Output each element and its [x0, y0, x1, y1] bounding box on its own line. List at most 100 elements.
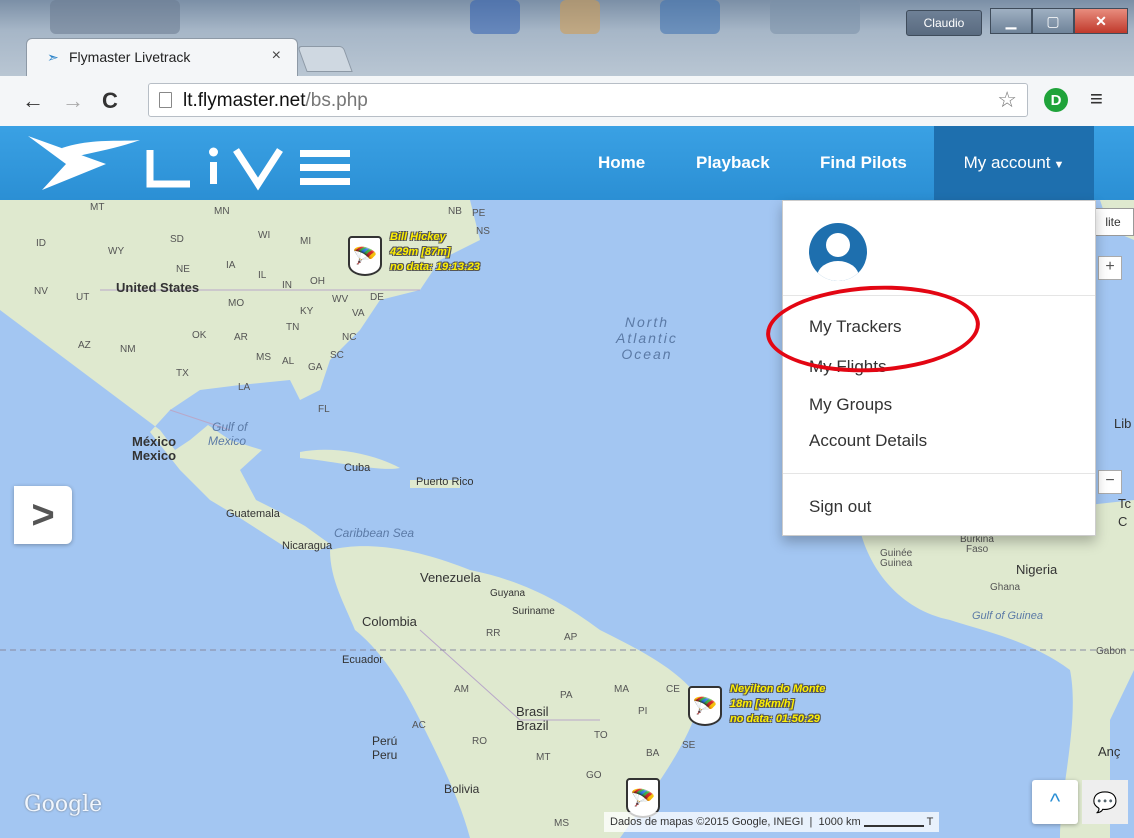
account-label: My account: [963, 153, 1051, 172]
ocean-label: North Atlantic Ocean: [616, 314, 678, 362]
state-label: PI: [638, 706, 648, 717]
flymaster-favicon-icon: ➣: [47, 49, 59, 65]
menu-item-sign-out[interactable]: Sign out: [809, 497, 871, 517]
pilot-marker-paraglider-icon[interactable]: 🪂: [348, 236, 382, 276]
state-label: RO: [472, 736, 487, 747]
pilot-marker-paraglider-icon[interactable]: 🪂: [688, 686, 722, 726]
map-label: Cuba: [344, 462, 371, 474]
state-label: SD: [170, 234, 184, 245]
desktop-background: [50, 0, 180, 34]
state-label: TX: [176, 368, 189, 379]
state-label: GA: [308, 362, 323, 373]
state-label: MT: [536, 752, 551, 763]
state-label: CE: [666, 684, 680, 695]
desktop-background: [770, 0, 860, 34]
address-bar[interactable]: lt.flymaster.net/bs.php ☆: [148, 83, 1028, 117]
map-label: Mexico: [208, 434, 247, 448]
map-label: Brasil: [516, 704, 549, 719]
nav-find-pilots[interactable]: Find Pilots: [818, 126, 909, 200]
scroll-top-chevron-up-icon[interactable]: ^: [1032, 780, 1078, 824]
pilot-label[interactable]: Neyilton do Monte 18m [8km/h] no data: 0…: [730, 682, 825, 727]
close-icon[interactable]: ✕: [1074, 8, 1128, 34]
map-label: Puerto Rico: [416, 476, 474, 488]
map-label: Faso: [966, 544, 989, 555]
state-label: NE: [176, 264, 190, 275]
state-label: NC: [342, 332, 357, 343]
map-label: Suriname: [512, 606, 555, 617]
map-label: Brazil: [516, 718, 549, 733]
maximize-icon[interactable]: ▢: [1032, 8, 1074, 34]
map-label: United States: [116, 280, 200, 295]
desktop-background: [660, 0, 720, 34]
state-label: MA: [614, 684, 629, 695]
map-label: México: [132, 434, 177, 449]
map-label: Bolivia: [444, 782, 480, 796]
state-label: MO: [228, 298, 245, 309]
tab-close-icon[interactable]: ×: [272, 47, 281, 65]
state-label: SC: [330, 350, 344, 361]
map-label: Tc: [1118, 496, 1131, 511]
caret-down-icon: ▼: [1053, 159, 1065, 171]
state-label: BA: [646, 748, 660, 759]
new-tab-button[interactable]: [297, 46, 353, 72]
window-user-badge[interactable]: Claudio: [906, 10, 982, 36]
chat-icon[interactable]: 💬: [1082, 780, 1128, 824]
state-label: OK: [192, 330, 207, 341]
user-avatar-icon: [809, 223, 867, 281]
state-label: AM: [454, 684, 469, 695]
state-label: LA: [238, 382, 251, 393]
url-text: lt.flymaster.net/bs.php: [183, 90, 368, 111]
map-label: Gulf of: [212, 420, 248, 434]
desktop-background: [470, 0, 520, 34]
state-label: AR: [234, 332, 248, 343]
side-panel-toggle-chevron-icon[interactable]: >: [14, 486, 72, 544]
state-label: WV: [332, 294, 349, 305]
back-icon[interactable]: ←: [22, 88, 44, 114]
browser-menu-icon[interactable]: ≡: [1090, 86, 1103, 112]
map-label: Nigeria: [1016, 562, 1058, 577]
live-logo[interactable]: [22, 128, 362, 198]
map-label: Ecuador: [342, 654, 383, 666]
map-label: Gulf of Guinea: [972, 610, 1043, 622]
map-label: Ghana: [990, 582, 1021, 593]
map-label: Guinea: [880, 558, 913, 569]
map-label: Mexico: [132, 448, 177, 463]
state-label: AZ: [78, 340, 91, 351]
state-label: IA: [226, 260, 236, 271]
state-label: WY: [108, 246, 125, 257]
bookmark-star-icon[interactable]: ☆: [997, 87, 1017, 113]
state-label: GO: [586, 770, 602, 781]
menu-item-my-groups[interactable]: My Groups: [809, 395, 892, 415]
browser-tab[interactable]: ➣ Flymaster Livetrack ×: [26, 38, 298, 76]
state-label: VA: [352, 308, 365, 319]
forward-icon[interactable]: →: [62, 88, 84, 114]
map-type-satellite-button[interactable]: lite: [1092, 208, 1134, 236]
map-label: Colombia: [362, 614, 417, 629]
pilot-label[interactable]: Bill Hickey 429m [87m] no data: 19:13:23: [390, 230, 480, 275]
state-label: TO: [594, 730, 608, 741]
zoom-out-icon[interactable]: −: [1098, 470, 1122, 494]
state-label: AP: [564, 632, 578, 643]
state-label: SE: [682, 740, 696, 751]
state-label: RR: [486, 628, 501, 639]
nav-my-account[interactable]: My account ▼: [934, 126, 1094, 200]
nav-home[interactable]: Home: [596, 126, 647, 200]
state-label: DE: [370, 292, 384, 303]
reload-icon[interactable]: C: [102, 88, 118, 114]
window-titlebar: Claudio ▁ ▢ ✕ ➣ Flymaster Livetrack ×: [0, 0, 1134, 76]
map-label: Guyana: [490, 588, 526, 599]
state-label: PE: [472, 208, 486, 219]
map-label: Gabon: [1096, 646, 1127, 657]
map-label: Guatemala: [226, 508, 280, 520]
state-label: FL: [318, 404, 330, 415]
state-label: OH: [310, 276, 325, 287]
map-label: Nicaragua: [282, 540, 333, 552]
map-label: Perú: [372, 734, 398, 748]
menu-item-account-details[interactable]: Account Details: [809, 431, 927, 451]
extension-icon[interactable]: D: [1044, 88, 1068, 112]
zoom-in-icon[interactable]: +: [1098, 256, 1122, 280]
minimize-icon[interactable]: ▁: [990, 8, 1032, 34]
nav-playback[interactable]: Playback: [694, 126, 772, 200]
state-label: MN: [214, 206, 230, 217]
map-label: Anç: [1098, 744, 1121, 759]
